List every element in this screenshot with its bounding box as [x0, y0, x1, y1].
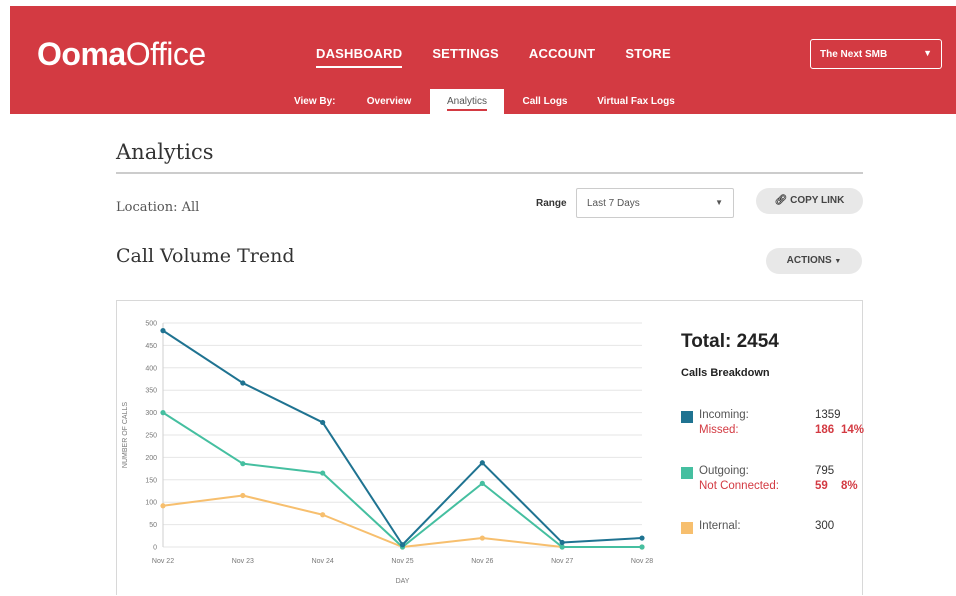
x-tick-label: Nov 23 [232, 558, 254, 565]
call-volume-line-chart: 0 50 100 150 200 250 300 350 400 450 500 Nov 22 Nov … [122, 321, 653, 586]
chevron-down-icon: ▼ [834, 258, 842, 265]
y-tick-label: 50 [149, 522, 157, 529]
tab-analytics[interactable]: Analytics [430, 89, 504, 114]
logo-ooma-text: Ooma [37, 36, 126, 72]
internal-data-point [240, 492, 246, 499]
y-tick-label: 300 [145, 410, 157, 417]
incoming-data-point [240, 380, 246, 386]
tab-overview[interactable]: Overview [356, 89, 422, 114]
y-tick-label: 250 [145, 433, 157, 440]
outgoing-data-point [479, 480, 485, 486]
outgoing-label: Outgoing: [699, 465, 749, 477]
tab-virtual-fax-logs[interactable]: Virtual Fax Logs [586, 89, 686, 114]
main-nav: DASHBOARD SETTINGS ACCOUNT STORE [316, 46, 671, 68]
breakdown-title: Calls Breakdown [681, 367, 770, 379]
outgoing-swatch [681, 467, 693, 479]
header-bar: OomaOffice DASHBOARD SETTINGS ACCOUNT ST… [10, 6, 956, 114]
actions-label: ACTIONS [786, 255, 832, 266]
x-tick-label: Nov 22 [152, 558, 174, 565]
internal-swatch [681, 522, 693, 534]
tab-virtual-fax-logs-label: Virtual Fax Logs [597, 96, 675, 107]
incoming-data-point [320, 419, 326, 426]
copy-link-label: COPY LINK [790, 195, 845, 206]
chart-card: 0 50 100 150 200 250 300 350 400 450 500 Nov 22 Nov … [116, 300, 865, 595]
incoming-value: 1359 [815, 409, 841, 421]
y-axis-label: NUMBER OF CALLS [122, 402, 129, 468]
incoming-series-line [162, 329, 643, 546]
not-connected-value: 59 [815, 480, 828, 492]
outgoing-data-point [320, 470, 326, 476]
title-divider [116, 172, 863, 174]
not-connected-label: Not Connected: [699, 480, 779, 492]
x-axis-label: DAY [396, 578, 410, 585]
internal-series-line [162, 494, 642, 548]
x-tick-label: Nov 28 [631, 558, 653, 565]
section-title: Call Volume Trend [116, 245, 295, 267]
incoming-swatch [681, 411, 693, 423]
y-tick-label: 200 [145, 455, 157, 462]
page-title: Analytics [116, 140, 214, 164]
not-connected-percent: 8% [841, 480, 858, 492]
link-icon: 🔗︎ [774, 195, 788, 206]
internal-value: 300 [815, 520, 835, 532]
outgoing-data-point [559, 544, 565, 550]
nav-dashboard[interactable]: DASHBOARD [316, 46, 403, 68]
tab-call-logs[interactable]: Call Logs [510, 89, 580, 114]
incoming-data-point [559, 539, 565, 546]
x-tick-label: Nov 25 [391, 558, 413, 565]
tab-call-logs-label: Call Logs [522, 96, 568, 107]
sub-nav: View By: Overview Analytics Call Logs Vi… [10, 89, 956, 114]
y-tick-label: 100 [145, 500, 157, 507]
missed-label: Missed: [699, 424, 739, 436]
y-tick-label: 500 [145, 321, 157, 328]
incoming-label: Incoming: [699, 409, 749, 421]
range-select[interactable]: Last 7 Days ▼ [576, 188, 734, 218]
internal-data-point [320, 512, 326, 518]
x-tick-label: Nov 24 [312, 558, 334, 565]
app-window: OomaOffice DASHBOARD SETTINGS ACCOUNT ST… [10, 6, 956, 595]
total-calls: Total: 2454 [681, 331, 779, 352]
outgoing-value: 795 [815, 465, 835, 477]
internal-label: Internal: [699, 520, 741, 532]
incoming-data-point [639, 535, 645, 541]
tab-overview-label: Overview [366, 96, 412, 107]
view-by-label: View By: [294, 96, 336, 107]
x-tick-label: Nov 26 [471, 558, 493, 565]
x-tick-label: Nov 27 [551, 558, 573, 565]
copy-link-button[interactable]: 🔗︎ COPY LINK [756, 188, 863, 214]
internal-data-point [479, 535, 485, 541]
chevron-down-icon: ▼ [923, 48, 932, 58]
range-label: Range [536, 198, 567, 209]
actions-button[interactable]: ACTIONS ▼ [766, 248, 862, 274]
location-label: Location: All [116, 200, 200, 215]
missed-value: 186 [815, 424, 835, 436]
nav-settings[interactable]: SETTINGS [432, 46, 499, 68]
logo-office-text: Office [125, 36, 207, 72]
y-tick-label: 150 [145, 477, 157, 484]
incoming-data-point [479, 460, 485, 466]
internal-data-point [160, 503, 166, 509]
incoming-data-point [160, 328, 166, 334]
nav-store[interactable]: STORE [625, 46, 671, 68]
ooma-office-logo[interactable]: OomaOffice [37, 36, 206, 73]
outgoing-data-point [240, 461, 246, 467]
chevron-down-icon: ▼ [715, 198, 723, 207]
outgoing-data-point [160, 410, 166, 416]
y-tick-label: 350 [145, 388, 157, 395]
missed-percent: 14% [841, 424, 865, 436]
y-tick-label: 0 [153, 545, 157, 552]
outgoing-data-point [639, 544, 645, 550]
y-tick-label: 450 [145, 343, 157, 350]
account-select[interactable]: The Next SMB ▼ [810, 39, 942, 69]
range-select-value: Last 7 Days [587, 198, 640, 209]
tab-analytics-label: Analytics [446, 96, 487, 111]
incoming-data-point [399, 542, 406, 548]
y-tick-label: 400 [145, 365, 157, 372]
account-select-value: The Next SMB [820, 49, 888, 60]
nav-account[interactable]: ACCOUNT [529, 46, 595, 68]
